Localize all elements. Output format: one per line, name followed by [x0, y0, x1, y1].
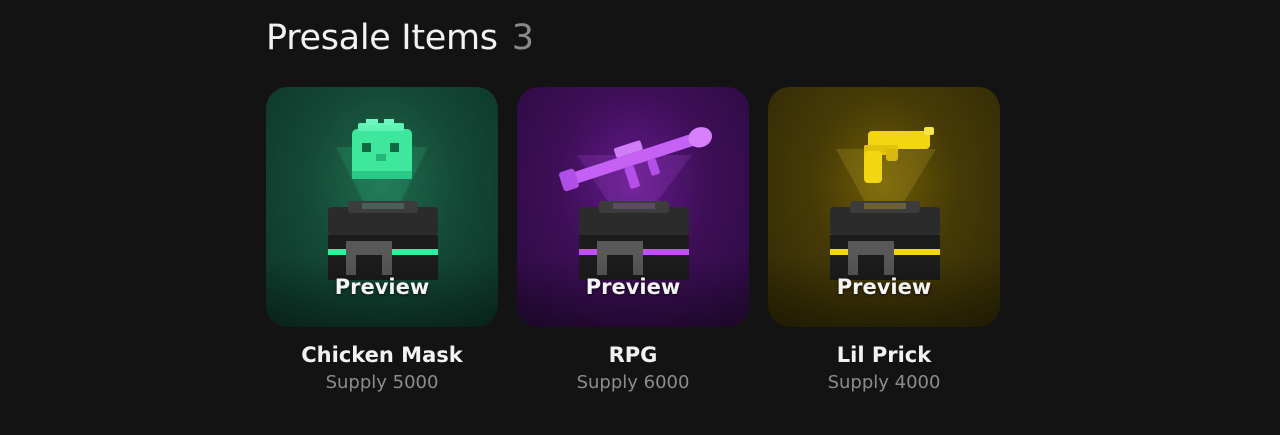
presale-section: Presale Items 3 Preview Chicken Mask Sup… — [266, 18, 1026, 393]
item-preview-tile[interactable]: Preview — [266, 87, 498, 327]
item-supply: Supply 6000 — [576, 372, 690, 393]
item-name: Lil Prick — [836, 343, 932, 367]
section-title: Presale Items — [266, 18, 498, 58]
item-card-rpg[interactable]: Preview RPG Supply 6000 — [517, 87, 749, 393]
item-card-chicken-mask[interactable]: Preview Chicken Mask Supply 5000 — [266, 87, 498, 393]
item-preview-tile[interactable]: Preview — [768, 87, 1000, 327]
item-supply: Supply 5000 — [325, 372, 439, 393]
item-card-lil-prick[interactable]: Preview Lil Prick Supply 4000 — [768, 87, 1000, 393]
item-preview-tile[interactable]: Preview — [517, 87, 749, 327]
item-grid: Preview Chicken Mask Supply 5000 Preview… — [266, 87, 1000, 393]
preview-button[interactable]: Preview — [266, 275, 498, 299]
item-count: 3 — [511, 18, 534, 58]
preview-button[interactable]: Preview — [768, 275, 1000, 299]
item-supply: Supply 4000 — [827, 372, 941, 393]
item-name: Chicken Mask — [301, 343, 463, 367]
chicken-mask-icon — [352, 119, 412, 179]
preview-button[interactable]: Preview — [517, 275, 749, 299]
item-name: RPG — [608, 343, 658, 367]
section-header: Presale Items 3 — [266, 18, 1026, 66]
